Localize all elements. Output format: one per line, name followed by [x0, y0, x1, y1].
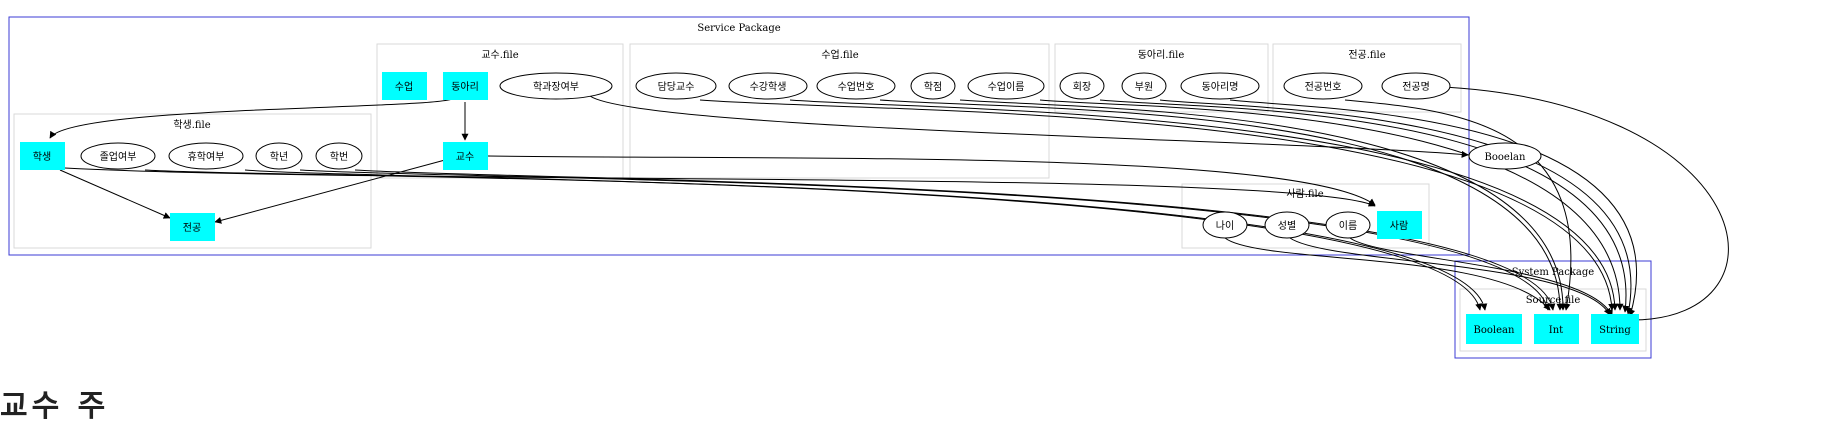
svg-text:휴학여부: 휴학여부	[188, 151, 225, 163]
svg-text:동아리: 동아리	[451, 81, 479, 93]
svg-text:Booelan: Booelan	[1485, 152, 1526, 163]
service-package-title: Service Package	[697, 23, 780, 34]
node-stu-leave[interactable]: 휴학여부	[168, 142, 244, 170]
node-sys-int[interactable]: Int	[1534, 314, 1579, 344]
svg-text:수강학생: 수강학생	[750, 81, 787, 93]
node-prof-tenure[interactable]: 학과장여부	[499, 72, 613, 100]
professor-file-cluster: 교수.file	[376, 43, 624, 179]
svg-text:성별: 성별	[1278, 220, 1296, 232]
svg-text:부원: 부원	[1135, 81, 1153, 93]
edge-year-to-int	[299, 169, 1551, 311]
svg-text:String: String	[1599, 325, 1631, 336]
node-major-name[interactable]: 전공명	[1381, 72, 1451, 100]
edge-id-to-int	[354, 169, 1556, 311]
svg-text:교수: 교수	[456, 151, 474, 163]
package-diagram: Service Package 교수.file 수업.file 동아리.file…	[8, 16, 1729, 359]
student-file-title: 학생.file	[173, 119, 210, 131]
edges	[49, 85, 1729, 324]
svg-text:학점: 학점	[924, 81, 942, 93]
svg-text:수업: 수업	[395, 80, 413, 93]
node-stu-year[interactable]: 학년	[255, 142, 303, 170]
node-person[interactable]: 사람	[1377, 211, 1422, 239]
node-stu-graduated[interactable]: 졸업여부	[80, 142, 156, 170]
node-lec-name[interactable]: 수업이름	[967, 72, 1045, 100]
node-person-name[interactable]: 이름	[1325, 211, 1371, 239]
lecture-file-title: 수업.file	[821, 48, 858, 61]
node-lec-students[interactable]: 수강학생	[728, 72, 808, 100]
page-heading: 교수 주	[0, 389, 110, 424]
edge-prof-club-to-student	[49, 97, 456, 139]
edge-club-leader-to-string	[1099, 99, 1630, 313]
edge-person-age-to-int	[1224, 237, 1551, 311]
node-stu-major[interactable]: 전공	[170, 213, 215, 241]
node-person-gender[interactable]: 성별	[1264, 211, 1310, 239]
professor-file-title: 교수.file	[481, 49, 518, 61]
edge-student-to-major	[59, 169, 171, 219]
edge-tenure-to-booelan	[589, 95, 1469, 158]
svg-text:전공번호: 전공번호	[1305, 81, 1342, 93]
svg-text:수업이름: 수업이름	[988, 80, 1025, 93]
node-lec-teacher[interactable]: 담당교수	[635, 72, 717, 100]
node-sys-string[interactable]: String	[1591, 314, 1639, 344]
edge-prof-to-major	[214, 159, 446, 224]
major-file-title: 전공.file	[1348, 49, 1385, 61]
node-sys-boolean[interactable]: Boolean	[1466, 314, 1522, 344]
node-lec-credit[interactable]: 학점	[910, 72, 956, 100]
svg-text:Boolean: Boolean	[1474, 325, 1515, 336]
club-file-title: 동아리.file	[1138, 49, 1185, 61]
node-booelan[interactable]: Booelan	[1468, 142, 1542, 170]
node-club-name[interactable]: 동아리명	[1180, 72, 1260, 100]
svg-text:학번: 학번	[330, 151, 348, 163]
node-major-number[interactable]: 전공번호	[1283, 72, 1363, 100]
svg-text:담당교수: 담당교수	[658, 81, 695, 93]
node-person-age[interactable]: 나이	[1202, 211, 1248, 239]
svg-text:전공: 전공	[183, 222, 201, 234]
svg-text:나이: 나이	[1216, 220, 1234, 232]
svg-text:졸업여부: 졸업여부	[100, 150, 137, 163]
edge-lec-credit-to-int	[959, 99, 1567, 311]
edge-graduated-to-boolean	[144, 169, 1483, 311]
svg-text:학과장여부: 학과장여부	[533, 81, 579, 93]
node-prof[interactable]: 교수	[443, 142, 488, 170]
node-stu-id[interactable]: 학번	[315, 142, 363, 170]
node-prof-lecture[interactable]: 수업	[382, 72, 427, 100]
service-package-cluster: Service Package	[8, 16, 1470, 256]
node-prof-club[interactable]: 동아리	[443, 72, 488, 100]
svg-text:학생: 학생	[33, 151, 51, 163]
edge-lec-students-to-string	[789, 99, 1619, 311]
svg-text:사람: 사람	[1390, 219, 1408, 232]
svg-text:Int: Int	[1549, 325, 1563, 336]
svg-text:이름: 이름	[1339, 220, 1357, 232]
node-club-leader[interactable]: 회장	[1059, 72, 1105, 100]
node-club-member[interactable]: 부원	[1121, 72, 1167, 100]
svg-text:학년: 학년	[270, 151, 288, 163]
svg-text:동아리명: 동아리명	[1202, 81, 1239, 93]
svg-text:전공명: 전공명	[1402, 81, 1430, 93]
svg-text:수업번호: 수업번호	[838, 80, 875, 93]
svg-text:회장: 회장	[1073, 81, 1091, 93]
node-lec-number[interactable]: 수업번호	[816, 72, 896, 100]
edge-prof-to-person	[487, 155, 1376, 206]
node-student[interactable]: 학생	[20, 142, 65, 170]
